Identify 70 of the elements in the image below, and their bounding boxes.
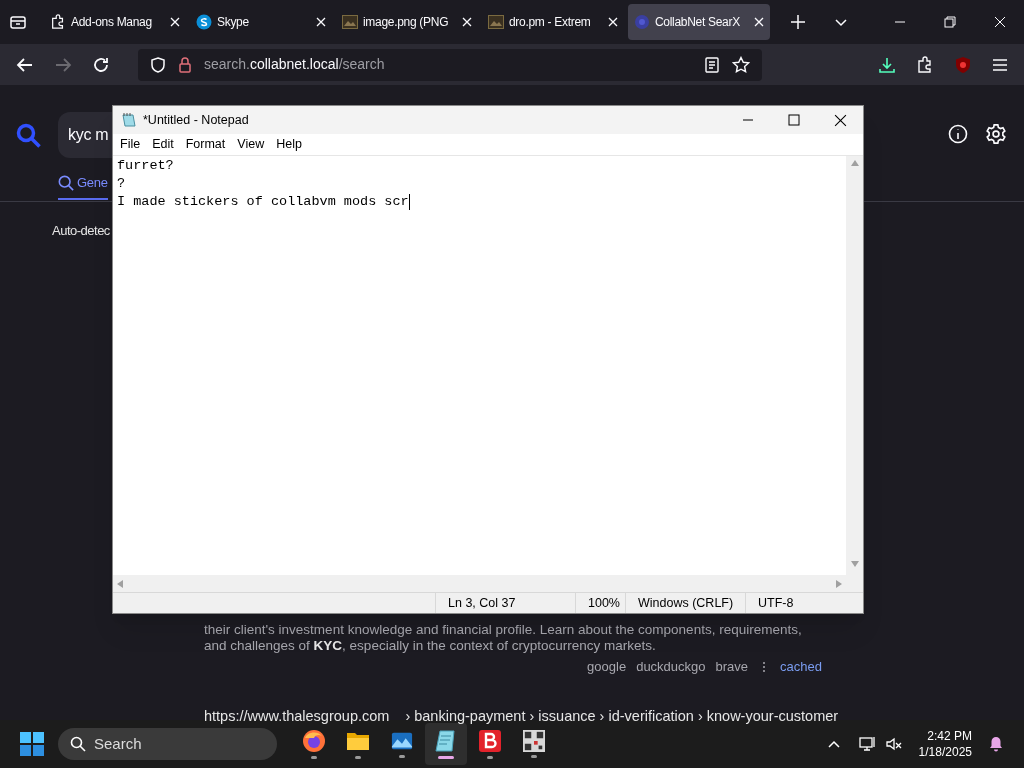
notification-bell-icon[interactable] (988, 736, 1004, 752)
notepad-app-icon[interactable] (425, 723, 467, 765)
search-icon (70, 736, 86, 752)
image-icon (488, 15, 504, 29)
close-tab-icon[interactable] (608, 17, 618, 27)
forward-icon[interactable] (54, 55, 72, 74)
browser-tab[interactable]: Skype (190, 4, 332, 40)
start-icon[interactable] (20, 732, 44, 756)
status-field: Ln 3, Col 37 (435, 593, 575, 613)
text-line: ? (117, 175, 126, 193)
text-line: I made stickers of collabvm mods scr (117, 193, 409, 211)
new-tab-icon[interactable] (790, 14, 806, 30)
browser-tab[interactable]: image.png (PNG (336, 4, 478, 40)
star-icon[interactable] (732, 55, 750, 74)
search-logo-icon (16, 123, 42, 149)
settings-icon[interactable] (985, 123, 1007, 145)
category-tab[interactable]: Gene (58, 173, 108, 200)
notepad-icon (121, 112, 137, 128)
result-snippet: their client's investment knowledge and financial profile. Learn about the components, requirements, and challenges of KYC, especially in the context of cryptocurrency markets. (204, 622, 803, 654)
browser-tab[interactable]: dro.pm - Extrem (482, 4, 624, 40)
menu-item[interactable]: Help (270, 135, 308, 154)
close-tab-icon[interactable] (170, 17, 180, 27)
shield-icon[interactable] (150, 56, 166, 73)
reload-icon[interactable] (92, 55, 110, 74)
download-icon[interactable] (878, 55, 896, 74)
menu-item[interactable]: Edit (146, 135, 180, 154)
window-title: *Untitled - Notepad (143, 111, 249, 129)
menu-item[interactable]: File (114, 135, 147, 154)
back-icon[interactable] (16, 55, 34, 74)
maximize-icon[interactable] (788, 114, 800, 126)
cached-link[interactable]: cached (780, 657, 822, 677)
result-breadcrumb: › banking-payment › issuance › id-verification › know-your-customer (405, 706, 839, 726)
text-cursor (408, 194, 410, 210)
puzzle-icon[interactable] (916, 55, 934, 74)
taskbar-search[interactable]: Search (58, 728, 277, 760)
url-text: search.collabnet.local/search (204, 55, 386, 74)
skype-icon (196, 14, 212, 30)
address-bar[interactable]: search.collabnet.local/search (138, 48, 762, 81)
status-field: 100% (575, 593, 625, 613)
menu-item[interactable]: View (231, 135, 271, 154)
shield-extension-icon[interactable] (954, 55, 972, 74)
info-icon[interactable] (948, 124, 968, 144)
puzzle-icon (50, 14, 66, 30)
search-icon (58, 174, 74, 191)
engine-label: duckduckgo (636, 658, 706, 676)
image-icon (342, 15, 358, 29)
search-field[interactable]: kyc m (58, 112, 112, 158)
close-icon[interactable] (834, 113, 847, 127)
text-line: furret? (117, 157, 174, 175)
result-url[interactable]: https://www.thalesgroup.com (204, 705, 390, 728)
globe-icon (634, 14, 650, 30)
close-tab-icon[interactable] (316, 17, 326, 27)
menu-icon[interactable] (992, 56, 1008, 73)
browser-tab[interactable]: CollabNet SearX (628, 4, 770, 40)
language-label[interactable]: Auto-detec (52, 221, 110, 241)
close-tab-icon[interactable] (754, 17, 764, 27)
status-field: UTF-8 (745, 593, 855, 613)
engine-label: brave (715, 658, 749, 676)
browser-tab[interactable]: Add-ons Manag (44, 4, 186, 40)
clock[interactable]: 2:42 PM 1/18/2025 (918, 728, 972, 760)
network-icon[interactable] (858, 735, 877, 753)
volume-muted-icon[interactable] (884, 735, 903, 753)
restore-icon[interactable] (944, 16, 956, 28)
engine-label: google (587, 658, 627, 676)
menu-item[interactable]: Format (179, 135, 232, 154)
close-tab-icon[interactable] (462, 17, 472, 27)
lock-icon[interactable] (178, 56, 192, 73)
reader-view-icon[interactable] (704, 56, 720, 73)
vertical-dots-icon (762, 660, 767, 673)
status-field: Windows (CRLF) (625, 593, 745, 613)
